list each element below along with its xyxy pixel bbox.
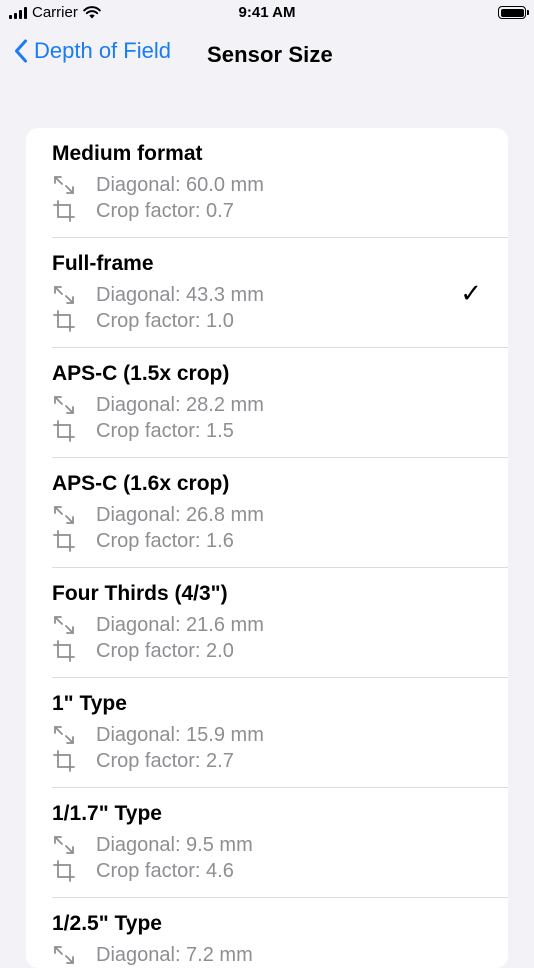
sensor-name: 1/1.7" Type <box>52 802 162 825</box>
crop-line: Crop factor: 0.7 <box>52 199 234 223</box>
crop-value: Crop factor: 4.6 <box>96 859 234 882</box>
crop-icon <box>52 199 82 223</box>
crop-icon <box>52 749 82 773</box>
sensor-name: Medium format <box>52 142 203 165</box>
sensor-name: APS-C (1.6x crop) <box>52 472 230 495</box>
crop-line: Crop factor: 2.7 <box>52 749 234 773</box>
sensor-name: APS-C (1.5x crop) <box>52 362 230 385</box>
diagonal-line: Diagonal: 60.0 mm <box>52 173 264 197</box>
battery-icon <box>498 6 529 19</box>
diagonal-arrows-icon <box>52 393 82 417</box>
crop-value: Crop factor: 1.5 <box>96 419 234 442</box>
sensor-row[interactable]: 1/2.5" TypeDiagonal: 7.2 mmCrop factor: … <box>26 898 508 968</box>
diagonal-value: Diagonal: 60.0 mm <box>96 173 264 196</box>
chevron-left-icon <box>15 39 27 63</box>
sensor-row[interactable]: 1/1.7" Type Diagonal: 9.5 mm Crop factor: … <box>26 788 508 898</box>
sensor-row[interactable]: APS-C (1.5x crop) Diagonal: 28.2 mm Crop f… <box>26 348 508 458</box>
crop-value: Crop factor: 0.7 <box>96 199 234 222</box>
diagonal-arrows-icon <box>52 173 82 197</box>
diagonal-line: Diagonal: 15.9 mm <box>52 723 264 747</box>
back-button-label: Depth of Field <box>34 38 171 63</box>
diagonal-value: Diagonal: 7.2 mm <box>96 943 253 966</box>
sensor-row[interactable]: Full-frame Diagonal: 43.3 mm Crop factor: … <box>26 238 508 348</box>
diagonal-arrows-icon <box>52 503 82 527</box>
diagonal-value: Diagonal: 15.9 mm <box>96 723 264 746</box>
diagonal-line: Diagonal: 28.2 mm <box>52 393 264 417</box>
crop-line: Crop factor: 2.0 <box>52 639 234 663</box>
crop-value: Crop factor: 2.0 <box>96 639 234 662</box>
sensor-row[interactable]: Four Thirds (4/3") Diagonal: 21.6 mm Crop … <box>26 568 508 678</box>
diagonal-arrows-icon <box>52 283 82 307</box>
crop-icon <box>52 419 82 443</box>
crop-icon <box>52 639 82 663</box>
sensor-name: Four Thirds (4/3") <box>52 582 228 605</box>
crop-icon <box>52 529 82 553</box>
checkmark-icon: ✓ <box>460 278 482 308</box>
crop-line: Crop factor: 1.6 <box>52 529 234 553</box>
sensor-row[interactable]: APS-C (1.6x crop) Diagonal: 26.8 mm Crop f… <box>26 458 508 568</box>
crop-line: Crop factor: 1.0 <box>52 309 234 333</box>
crop-value: Crop factor: 1.6 <box>96 529 234 552</box>
sensor-name: 1" Type <box>52 692 127 715</box>
crop-icon <box>52 859 82 883</box>
status-time: 9:41 AM <box>238 4 296 21</box>
crop-line: Crop factor: 1.5 <box>52 419 234 443</box>
crop-line: Crop factor: 4.6 <box>52 859 234 883</box>
diagonal-line: Diagonal: 9.5 mm <box>52 833 253 857</box>
back-button[interactable]: Depth of Field <box>14 38 171 64</box>
diagonal-value: Diagonal: 28.2 mm <box>96 393 264 416</box>
diagonal-arrows-icon <box>52 613 82 637</box>
diagonal-line: Diagonal: 26.8 mm <box>52 503 264 527</box>
crop-value: Crop factor: 1.0 <box>96 309 234 332</box>
sensor-name: Full-frame <box>52 252 154 275</box>
diagonal-value: Diagonal: 21.6 mm <box>96 613 264 636</box>
sensor-row[interactable]: 1" Type Diagonal: 15.9 mm Crop factor: 2.7 <box>26 678 508 788</box>
navigation-bar: Depth of Field Sensor Size <box>0 36 534 76</box>
status-bar: Carrier 9:41 AM <box>0 0 534 28</box>
sensor-name: 1/2.5" Type <box>52 912 162 935</box>
page-title: Sensor Size <box>207 42 333 67</box>
crop-value: Crop factor: 2.7 <box>96 749 234 772</box>
diagonal-value: Diagonal: 43.3 mm <box>96 283 264 306</box>
sensor-list: Medium format Diagonal: 60.0 mm Crop facto… <box>26 128 508 968</box>
diagonal-arrows-icon <box>52 833 82 857</box>
diagonal-value: Diagonal: 9.5 mm <box>96 833 253 856</box>
sensor-row[interactable]: Medium format Diagonal: 60.0 mm Crop facto… <box>26 128 508 238</box>
diagonal-arrows-icon <box>52 943 82 967</box>
diagonal-arrows-icon <box>52 723 82 747</box>
crop-icon <box>52 309 82 333</box>
diagonal-value: Diagonal: 26.8 mm <box>96 503 264 526</box>
diagonal-line: Diagonal: 7.2 mm <box>52 943 253 967</box>
diagonal-line: Diagonal: 21.6 mm <box>52 613 264 637</box>
diagonal-line: Diagonal: 43.3 mm <box>52 283 264 307</box>
